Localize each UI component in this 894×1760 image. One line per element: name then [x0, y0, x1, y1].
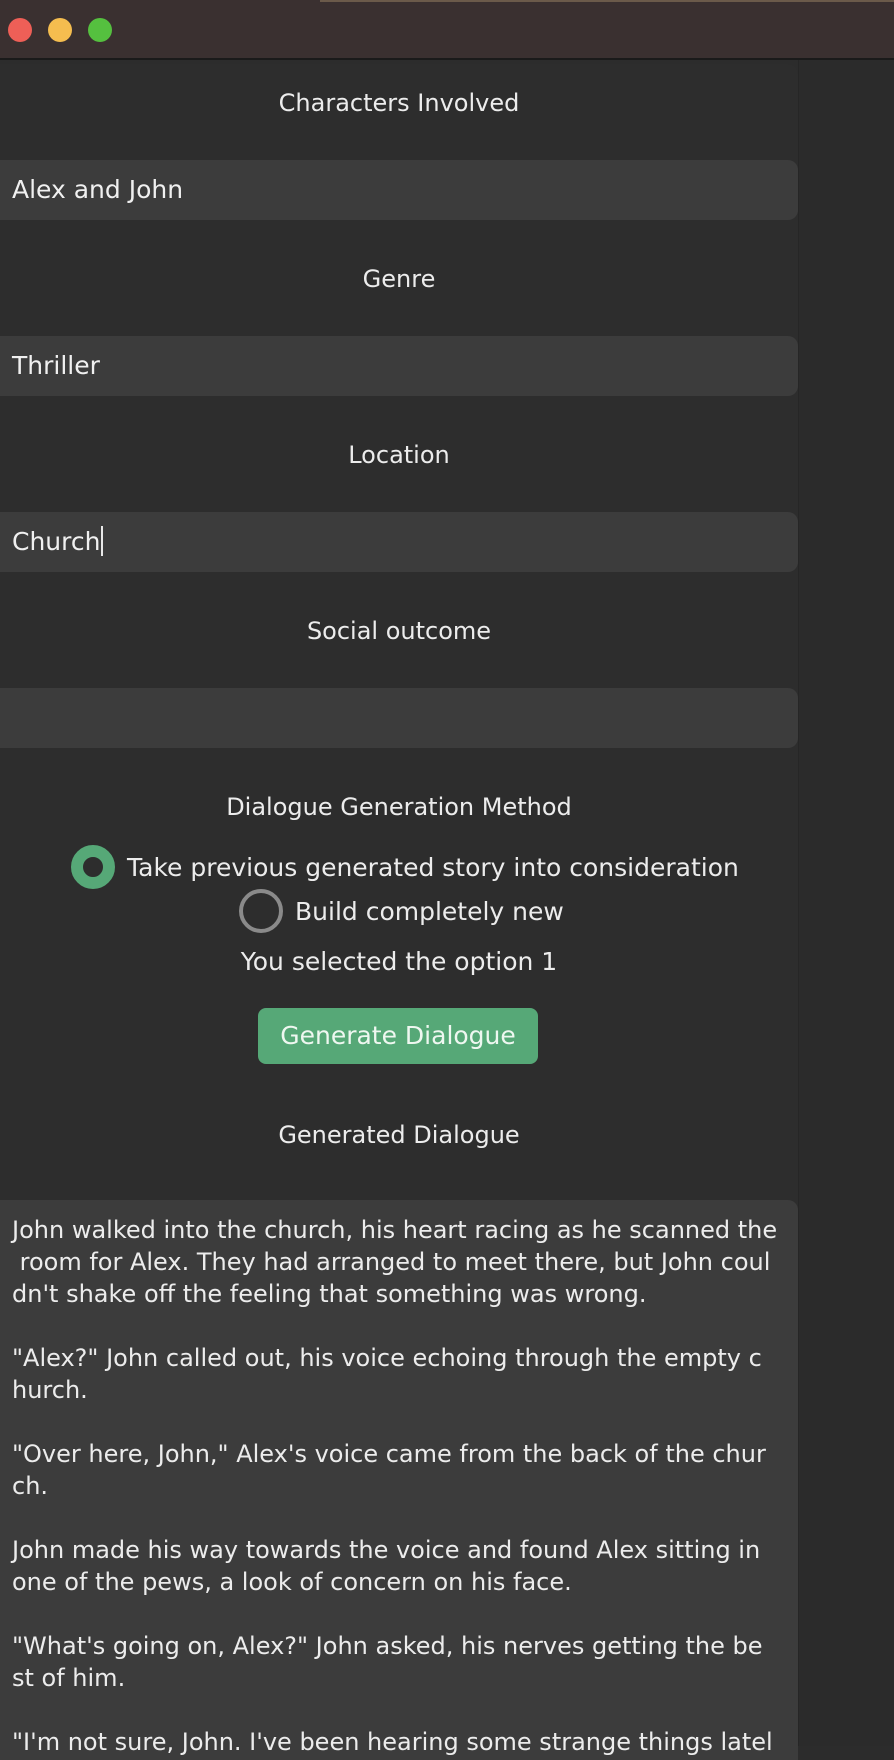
dialogue-paragraph: "I'm not sure, John. I've been hearing s… — [12, 1728, 773, 1756]
window-titlebar — [0, 0, 894, 60]
dialogue-paragraph: John walked into the church, his heart r… — [12, 1216, 778, 1308]
dialogue-paragraph: "Over here, John," Alex's voice came fro… — [12, 1440, 766, 1500]
radio-option-previous-label: Take previous generated story into consi… — [127, 852, 739, 882]
genre-input[interactable]: Thriller — [0, 336, 798, 396]
genre-label: Genre — [362, 265, 436, 293]
titlebar-accent-line — [320, 0, 894, 2]
dialogue-paragraph: John made his way towards the voice and … — [12, 1536, 761, 1596]
location-input[interactable]: Church — [0, 512, 798, 572]
selection-status-text: You selected the option 1 — [240, 947, 558, 976]
social-outcome-label: Social outcome — [306, 617, 492, 645]
characters-label: Characters Involved — [278, 89, 520, 117]
characters-input-value: Alex and John — [12, 175, 184, 204]
dialogue-paragraph: "What's going on, Alex?" John asked, his… — [12, 1632, 763, 1692]
method-label: Dialogue Generation Method — [226, 793, 572, 821]
generated-dialogue-label: Generated Dialogue — [278, 1121, 520, 1149]
close-button[interactable] — [8, 18, 32, 42]
location-input-value: Church — [12, 527, 101, 556]
genre-input-value: Thriller — [12, 351, 100, 380]
location-label: Location — [348, 441, 450, 469]
radio-selected-icon[interactable] — [71, 845, 115, 889]
dialogue-paragraph: "Alex?" John called out, his voice echoi… — [12, 1344, 762, 1404]
text-cursor — [101, 526, 104, 556]
window-background-strip — [798, 60, 894, 1746]
maximize-button[interactable] — [88, 18, 112, 42]
social-outcome-input[interactable] — [0, 688, 798, 748]
radio-option-new-label: Build completely new — [295, 896, 564, 926]
generated-dialogue-textbox[interactable]: John walked into the church, his heart r… — [0, 1200, 798, 1760]
characters-input[interactable]: Alex and John — [0, 160, 798, 220]
radio-option-previous[interactable]: Take previous generated story into consi… — [71, 845, 739, 889]
radio-unselected-icon[interactable] — [239, 889, 283, 933]
minimize-button[interactable] — [48, 18, 72, 42]
generate-dialogue-button[interactable]: Generate Dialogue — [258, 1008, 538, 1064]
radio-option-new[interactable]: Build completely new — [239, 889, 564, 933]
